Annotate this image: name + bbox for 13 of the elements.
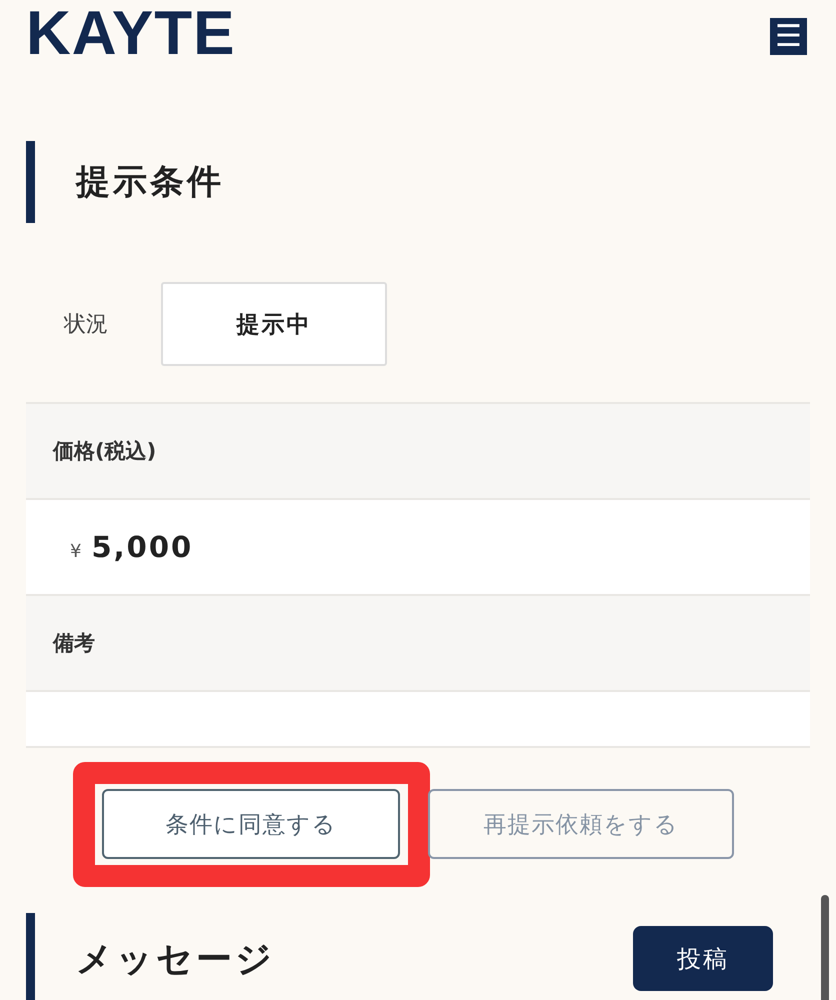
field-label: 備考 — [53, 630, 95, 657]
logo[interactable]: KAYTE — [26, 4, 236, 64]
section-title: 提示条件 — [76, 161, 224, 204]
agree-button[interactable]: 条件に同意する — [102, 789, 400, 859]
section-title: メッセージ — [76, 938, 275, 982]
field-label: 価格(税込) — [53, 438, 156, 465]
price-value: 5,000 — [91, 530, 194, 564]
menu-icon[interactable]: ☰ — [770, 18, 807, 55]
currency-sign: ¥ — [70, 541, 82, 562]
post-button[interactable]: 投稿 — [633, 926, 773, 991]
scrollbar[interactable] — [821, 895, 829, 1000]
status-label: 状況 — [64, 311, 109, 339]
status-value: 提示中 — [161, 282, 387, 366]
